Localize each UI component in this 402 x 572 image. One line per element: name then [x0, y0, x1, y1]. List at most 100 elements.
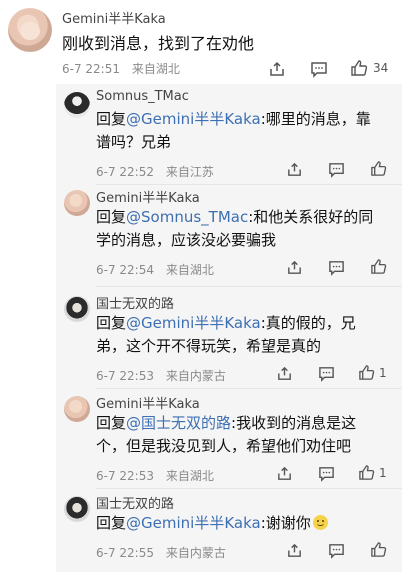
mention-link[interactable]: @Somnus_TMac: [126, 208, 248, 226]
reply-text: 回复@Gemini半半Kaka:真的假的，兄 弟，这个开不得玩笑，希望是真的: [96, 312, 396, 358]
reply-time: 6-7 22:55: [96, 546, 154, 560]
reply-meta: 6-7 22:53 来自湖北: [96, 467, 214, 484]
reply-text-line1: :和他关系很好的同: [248, 208, 374, 226]
reply-meta: 6-7 22:54 来自湖北: [96, 261, 214, 278]
share-button[interactable]: [268, 60, 286, 78]
thumb-up-icon: [371, 542, 387, 557]
divider: [96, 184, 402, 185]
reply-time: 6-7 22:53: [96, 369, 154, 383]
like-button[interactable]: 1: [358, 464, 387, 481]
reply-author[interactable]: 国士无双的路: [96, 293, 174, 312]
reply-time: 6-7 22:54: [96, 263, 154, 277]
like-button[interactable]: [370, 160, 387, 177]
share-button[interactable]: [276, 465, 293, 482]
reply-meta: 6-7 22:52 来自江苏: [96, 163, 214, 180]
reply-meta: 6-7 22:53 来自内蒙古: [96, 367, 226, 384]
reply-text: 回复@Gemini半半Kaka:哪里的消息，靠 谱吗？兄弟: [96, 108, 396, 154]
comment-button[interactable]: [318, 365, 335, 382]
share-icon: [288, 543, 301, 557]
reply-prefix: 回复: [96, 414, 127, 432]
comment-icon: [319, 367, 334, 382]
mention-link[interactable]: @国士无双的路: [126, 414, 231, 432]
main-comment: Gemini半半Kaka 刚收到消息，找到了在劝他 6-7 22:51 来自湖北…: [0, 0, 402, 86]
reply-text: 回复@国士无双的路:我收到的消息是这 个，但是我没见到人，希望他们劝住吧: [96, 412, 396, 458]
comment-button[interactable]: [328, 542, 345, 559]
avatar[interactable]: [64, 396, 90, 422]
like-button[interactable]: [370, 541, 387, 558]
like-button[interactable]: 34: [350, 59, 388, 77]
comment-icon: [319, 467, 334, 482]
comment-button[interactable]: [328, 161, 345, 178]
avatar[interactable]: [8, 8, 52, 52]
like-button[interactable]: 1: [358, 364, 387, 381]
thumb-up-icon: [371, 259, 387, 274]
smile-emoji: [312, 515, 328, 530]
reply-text-line2: 谱吗？兄弟: [96, 133, 172, 151]
reply-text-line2: 学的消息，应该没必要骗我: [96, 231, 277, 249]
comment-button[interactable]: [318, 465, 335, 482]
reply-text-line2: 个，但是我没见到人，希望他们劝住吧: [96, 437, 352, 455]
mention-link[interactable]: @Gemini半半Kaka: [126, 514, 261, 532]
reply-text-line1: :真的假的，兄: [260, 314, 356, 332]
like-count: 34: [373, 61, 389, 75]
reply-prefix: 回复: [96, 208, 127, 226]
reply-text-line1: :我收到的消息是这: [231, 414, 357, 432]
mention-link[interactable]: @Gemini半半Kaka: [126, 110, 261, 128]
share-icon: [278, 366, 291, 380]
thumb-up-icon: [359, 365, 375, 380]
reply-author[interactable]: Somnus_TMac: [96, 89, 189, 104]
reply-author[interactable]: Gemini半半Kaka: [96, 393, 200, 412]
thumb-up-icon: [351, 60, 368, 76]
reply-text-line1: :哪里的消息，靠: [260, 110, 371, 128]
comment-time: 6-7 22:51: [62, 62, 120, 76]
reply-location: 来自江苏: [165, 165, 214, 179]
share-icon: [278, 466, 291, 480]
comment-icon: [329, 544, 344, 559]
comment-author[interactable]: Gemini半半Kaka: [62, 8, 166, 27]
reply-time: 6-7 22:52: [96, 165, 154, 179]
like-count: 1: [379, 465, 387, 480]
reply-time: 6-7 22:53: [96, 469, 154, 483]
avatar[interactable]: [64, 92, 90, 118]
comment-location: 来自湖北: [131, 62, 180, 76]
comment-button[interactable]: [328, 259, 345, 276]
reply-prefix: 回复: [96, 110, 127, 128]
share-button[interactable]: [286, 161, 303, 178]
divider: [96, 388, 402, 389]
reply-author[interactable]: Gemini半半Kaka: [96, 187, 200, 206]
comment-icon: [329, 163, 344, 178]
reply-text: 回复@Gemini半半Kaka:谢谢你: [96, 512, 396, 535]
avatar[interactable]: [64, 190, 90, 216]
reply-text-line1: :谢谢你: [260, 514, 311, 532]
share-icon: [288, 260, 301, 274]
thumb-up-icon: [371, 161, 387, 176]
reply-location: 来自湖北: [165, 263, 214, 277]
reply-meta: 6-7 22:55 来自内蒙古: [96, 544, 226, 561]
like-button[interactable]: [370, 258, 387, 275]
divider: [96, 488, 402, 489]
reply-author[interactable]: 国士无双的路: [96, 493, 174, 512]
comment-text: 刚收到消息，找到了在劝他: [62, 34, 255, 53]
reply-location: 来自内蒙古: [165, 369, 226, 383]
avatar[interactable]: [64, 496, 90, 522]
reply-location: 来自湖北: [165, 469, 214, 483]
comment-icon: [329, 261, 344, 276]
share-icon: [288, 162, 301, 176]
divider: [96, 286, 402, 287]
thumb-up-icon: [359, 465, 375, 480]
reply-prefix: 回复: [96, 514, 127, 532]
share-button[interactable]: [286, 542, 303, 559]
avatar[interactable]: [64, 296, 90, 322]
like-count: 1: [379, 365, 387, 380]
reply-text-line2: 弟，这个开不得玩笑，希望是真的: [96, 337, 322, 355]
mention-link[interactable]: @Gemini半半Kaka: [126, 314, 261, 332]
share-button[interactable]: [286, 259, 303, 276]
comment-icon: [311, 62, 327, 78]
share-button[interactable]: [276, 365, 293, 382]
share-icon: [270, 61, 284, 76]
reply-text: 回复@Somnus_TMac:和他关系很好的同 学的消息，应该没必要骗我: [96, 206, 396, 252]
replies-panel: Somnus_TMac 回复@Gemini半半Kaka:哪里的消息，靠 谱吗？兄…: [56, 84, 402, 572]
comment-meta: 6-7 22:51 来自湖北: [62, 60, 180, 77]
reply-prefix: 回复: [96, 314, 127, 332]
comment-button[interactable]: [310, 60, 328, 78]
